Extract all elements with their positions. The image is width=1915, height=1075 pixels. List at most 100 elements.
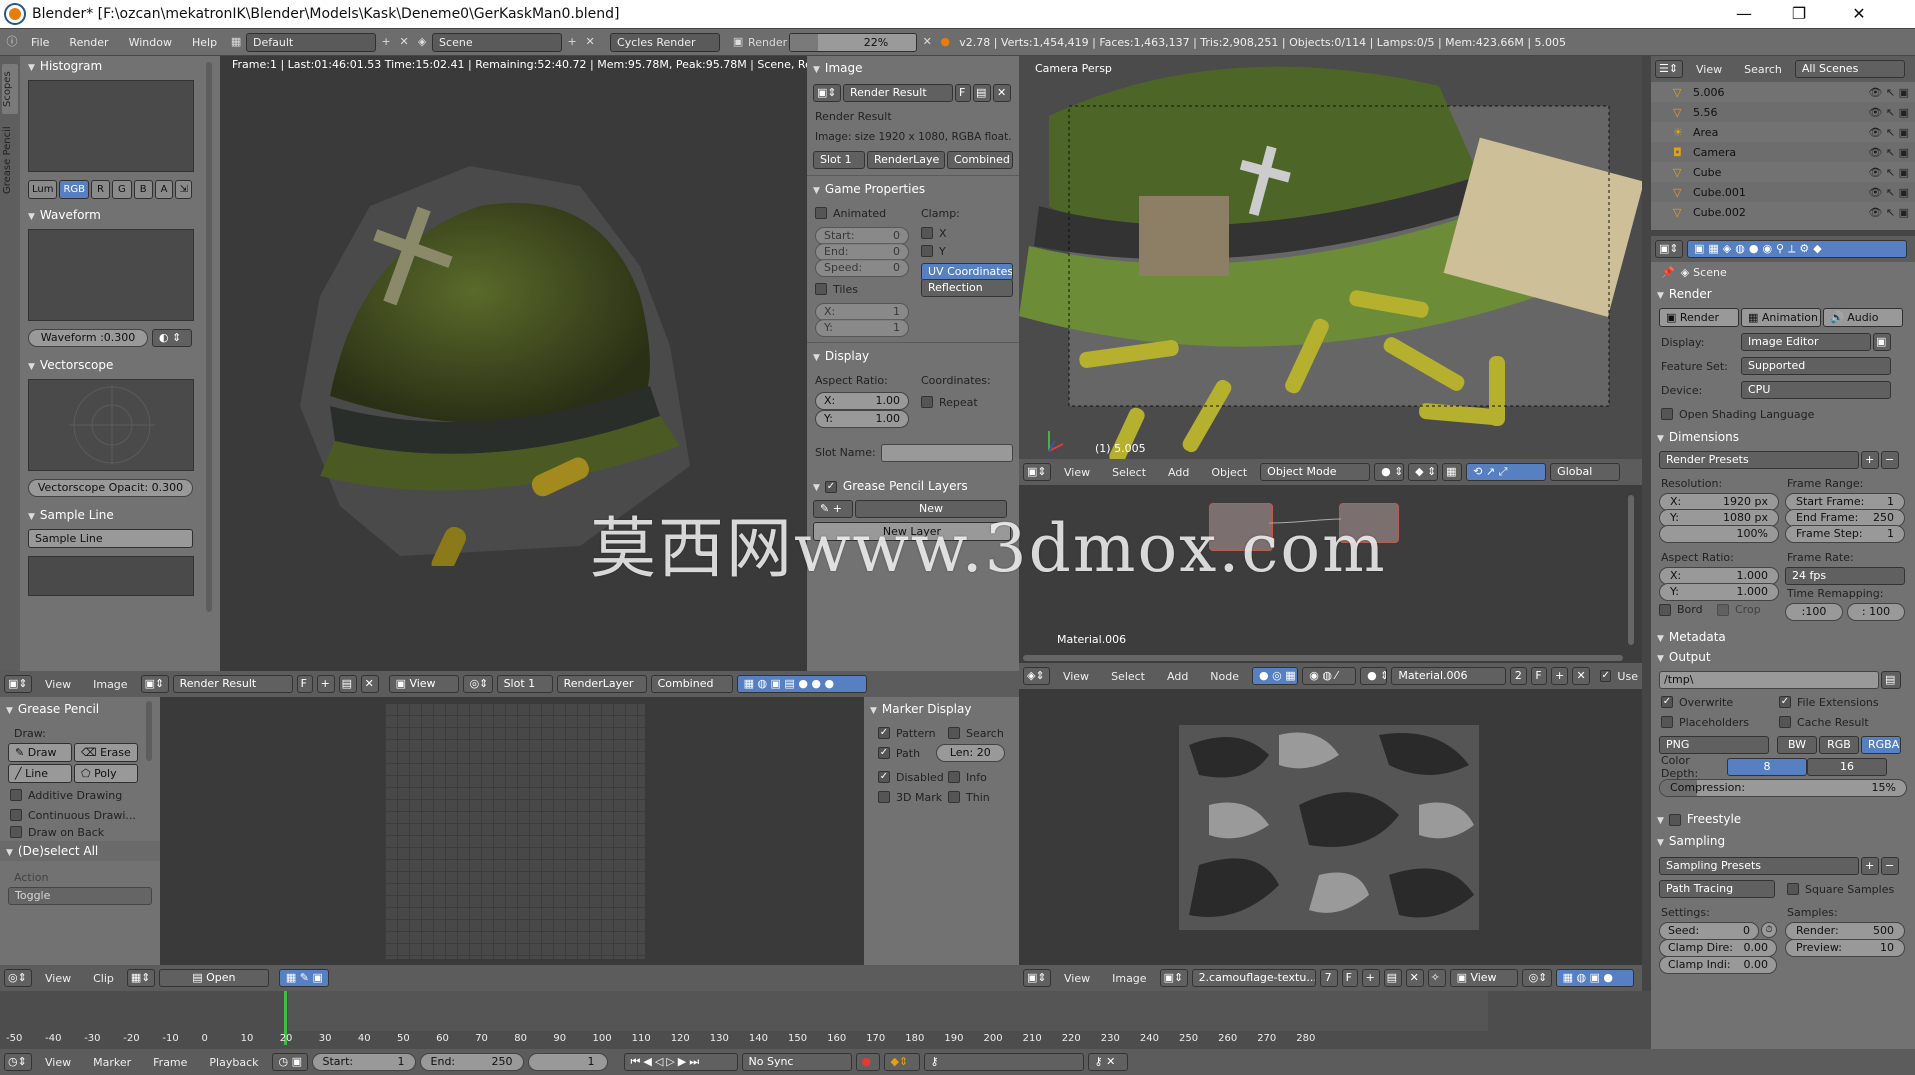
- log-icon[interactable]: ⇲: [175, 180, 192, 199]
- visibility-icon[interactable]: 👁 ↖ ▣: [1868, 206, 1909, 219]
- frame-step-field[interactable]: Frame Step: 1: [1785, 525, 1905, 543]
- material-browse-icon[interactable]: ● ⇕: [1360, 667, 1388, 685]
- output-browse-icon[interactable]: ▤: [1881, 671, 1901, 689]
- active-keying-set[interactable]: ⚷: [923, 1053, 1084, 1071]
- aspect-y-field[interactable]: Y: 1.000: [1659, 583, 1779, 601]
- layout-field[interactable]: Default: [246, 32, 377, 52]
- clip-editor-canvas[interactable]: [160, 697, 864, 965]
- histogram-canvas[interactable]: [28, 80, 194, 172]
- depth-8-button[interactable]: 8: [1727, 758, 1807, 776]
- properties-type-icon[interactable]: ▣⇕: [1655, 240, 1683, 258]
- gp-draw-button[interactable]: ✎ Draw: [8, 743, 72, 762]
- additive-checkbox[interactable]: [10, 789, 22, 801]
- gp-line-button[interactable]: ╱ Line: [8, 764, 72, 783]
- marker-display-header[interactable]: Marker Display: [864, 699, 1019, 719]
- placeholders-checkbox[interactable]: [1661, 716, 1673, 728]
- tex-name-field[interactable]: 2.camouflage-textu...: [1191, 969, 1316, 987]
- square-samples-checkbox[interactable]: [1787, 883, 1799, 895]
- output-path-input[interactable]: /tmp\: [1659, 671, 1879, 689]
- deselect-all-header[interactable]: (De)select All: [0, 841, 160, 861]
- clip-browse-icon[interactable]: ▦⇕: [126, 969, 155, 987]
- img-open-icon[interactable]: ▤: [338, 675, 357, 693]
- node-menu-node[interactable]: Node: [1201, 670, 1248, 683]
- keying-set-icon[interactable]: ◆⇕: [883, 1053, 920, 1071]
- clamp-y-checkbox[interactable]: [921, 245, 933, 257]
- sampling-presets-select[interactable]: Sampling Presets: [1659, 857, 1859, 875]
- menu-help[interactable]: Help: [183, 36, 226, 49]
- display-aspect-y-field[interactable]: Y: 1.00: [815, 410, 909, 428]
- preview-samples-field[interactable]: Preview: 10: [1785, 939, 1905, 957]
- 3d-viewport[interactable]: Camera Persp (1) 5.005: [1019, 56, 1642, 459]
- compression-slider[interactable]: Compression: 15%: [1659, 779, 1907, 797]
- img-new-icon[interactable]: +: [316, 675, 335, 693]
- preset-add-icon[interactable]: +: [1861, 451, 1879, 469]
- slot-name-input[interactable]: [881, 444, 1013, 462]
- render-pass-select[interactable]: Combined: [947, 151, 1013, 169]
- channel-g[interactable]: G: [112, 180, 132, 199]
- img-menu-view[interactable]: View: [36, 678, 80, 691]
- clamp-x-checkbox[interactable]: [921, 227, 933, 239]
- img-name-field[interactable]: Render Result: [172, 675, 293, 693]
- animation-button[interactable]: ▦ Animation: [1741, 308, 1821, 327]
- sample-line-header[interactable]: Sample Line: [22, 505, 200, 525]
- seed-field[interactable]: Seed: 0: [1659, 922, 1759, 940]
- unlink-image-icon[interactable]: ✕: [993, 84, 1011, 102]
- material-field[interactable]: Material.006: [1391, 667, 1506, 685]
- visibility-icon[interactable]: 👁 ↖ ▣: [1868, 146, 1909, 159]
- editor-type-icon[interactable]: ▣⇕: [1023, 463, 1051, 481]
- clip-menu-view[interactable]: View: [36, 972, 80, 985]
- anim-speed-field[interactable]: Speed: 0: [815, 259, 909, 277]
- add-scene-icon[interactable]: +: [564, 34, 580, 50]
- menu-render[interactable]: Render: [60, 36, 117, 49]
- minimize-button[interactable]: —: [1715, 0, 1773, 28]
- resolution-percent-field[interactable]: 100%: [1659, 525, 1779, 543]
- outliner-type-icon[interactable]: ☰⇕: [1655, 60, 1683, 78]
- integrator-select[interactable]: Path Tracing: [1659, 880, 1775, 898]
- clamp-indirect-field[interactable]: Clamp Indi: 0.00: [1659, 956, 1777, 974]
- use-nodes-checkbox[interactable]: ✓: [1599, 670, 1612, 682]
- material-add-icon[interactable]: +: [1550, 667, 1569, 685]
- render-section-header[interactable]: Render: [1651, 284, 1915, 304]
- thin-checkbox[interactable]: [948, 791, 960, 803]
- channel-r[interactable]: R: [91, 180, 110, 199]
- bw-button[interactable]: BW: [1777, 736, 1817, 754]
- sampling-header[interactable]: Sampling: [1651, 831, 1915, 851]
- 3d-mark-checkbox[interactable]: [878, 791, 890, 803]
- outliner-item[interactable]: ▽ 5.006 👁 ↖ ▣: [1651, 82, 1915, 102]
- dimensions-header[interactable]: Dimensions: [1651, 427, 1915, 447]
- samp-preset-remove-icon[interactable]: −: [1881, 857, 1899, 875]
- image-editor-type-icon[interactable]: ▣⇕: [4, 675, 32, 693]
- freestyle-header[interactable]: Freestyle: [1651, 809, 1915, 829]
- tl-end-field[interactable]: End: 250: [419, 1053, 524, 1071]
- pivot-select[interactable]: ◆ ⇕: [1408, 463, 1439, 481]
- border-checkbox[interactable]: [1659, 603, 1671, 616]
- vectorscope-opacity-field[interactable]: Vectorscope Opacit: 0.300: [28, 479, 193, 497]
- outliner-item[interactable]: ▽ Cube 👁 ↖ ▣: [1651, 162, 1915, 182]
- tex-menu-image[interactable]: Image: [1103, 972, 1155, 985]
- waveform-canvas[interactable]: [28, 229, 194, 321]
- img-display-channels[interactable]: ▦ ◍ ▣ ▤ ● ● ●: [736, 675, 867, 693]
- clamp-direct-field[interactable]: Clamp Dire: 0.00: [1659, 939, 1777, 957]
- auto-keyframe-icon[interactable]: ●: [855, 1053, 880, 1071]
- scopes-scrollbar[interactable]: [206, 62, 212, 612]
- pattern-checkbox[interactable]: ✓: [878, 727, 890, 739]
- crop-checkbox[interactable]: [1717, 603, 1729, 616]
- visibility-icon[interactable]: 👁 ↖ ▣: [1868, 86, 1909, 99]
- render-button[interactable]: ▣ Render: [1659, 308, 1739, 327]
- node-v-scrollbar[interactable]: [1628, 495, 1634, 645]
- node-tree-type-buttons[interactable]: ● ◎ ▦: [1252, 667, 1299, 685]
- tex-editor-type-icon[interactable]: ▣⇕: [1023, 969, 1051, 987]
- tex-new-icon[interactable]: +: [1361, 969, 1380, 987]
- tl-menu-frame[interactable]: Frame: [144, 1056, 196, 1069]
- image-section-header[interactable]: Image: [807, 58, 1019, 78]
- outliner-item[interactable]: ▽ Cube.002 👁 ↖ ▣: [1651, 202, 1915, 222]
- sync-mode-select[interactable]: No Sync: [741, 1053, 852, 1071]
- grease-pencil-layers-header[interactable]: ✓Grease Pencil Layers: [807, 476, 1019, 496]
- outliner-item[interactable]: ◘ Camera 👁 ↖ ▣: [1651, 142, 1915, 162]
- outliner-item[interactable]: ▽ 5.56 👁 ↖ ▣: [1651, 102, 1915, 122]
- node-h-scrollbar[interactable]: [1023, 655, 1623, 661]
- properties-context-tabs[interactable]: ▣▦◈◍●◉⚲⟂⚙◆: [1687, 240, 1907, 258]
- rgba-button[interactable]: RGBA: [1861, 736, 1901, 754]
- add-layout-icon[interactable]: +: [378, 34, 394, 50]
- remove-scene-icon[interactable]: ✕: [582, 34, 598, 50]
